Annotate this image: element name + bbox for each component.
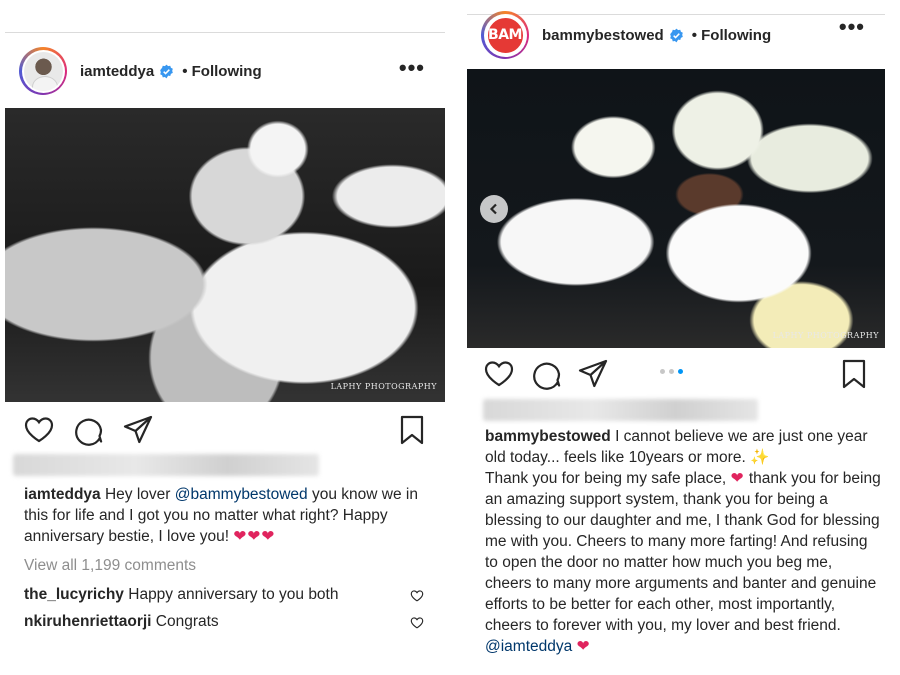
carousel-indicator bbox=[660, 369, 683, 374]
comment-like-icon[interactable] bbox=[410, 589, 424, 603]
bookmark-icon[interactable] bbox=[838, 358, 870, 390]
avatar[interactable]: BAM bbox=[481, 11, 529, 59]
post-photo[interactable]: LAPHY PHOTOGRAPHY bbox=[5, 108, 445, 402]
red-heart-emoji: ❤ bbox=[576, 638, 591, 655]
view-all-comments-link[interactable]: View all 1,199 comments bbox=[24, 557, 196, 575]
carousel-dot-active bbox=[678, 369, 683, 374]
follow-label: Following bbox=[701, 26, 772, 44]
photo-watermark: LAPHY PHOTOGRAPHY bbox=[772, 331, 879, 340]
blurred-likes-row bbox=[13, 454, 319, 476]
caption-text-3: thank you for being an amazing support s… bbox=[485, 470, 881, 634]
comment-text: Happy anniversary to you both bbox=[128, 586, 339, 603]
caption-username[interactable]: bammybestowed bbox=[485, 428, 611, 445]
red-heart-emoji: ❤ bbox=[730, 470, 745, 487]
chevron-left-icon bbox=[489, 203, 497, 215]
share-send-icon[interactable] bbox=[577, 358, 609, 390]
post-header: iamteddya • Following ••• bbox=[5, 45, 445, 97]
comment-row: nkiruhenriettaorji Congrats bbox=[24, 613, 434, 631]
comment-like-icon[interactable] bbox=[410, 616, 424, 630]
avatar-photo bbox=[23, 51, 63, 91]
caption-username[interactable]: iamteddya bbox=[24, 486, 101, 503]
carousel-prev-button[interactable] bbox=[480, 195, 508, 223]
blurred-likes-row bbox=[483, 399, 758, 421]
post-username[interactable]: iamteddya bbox=[80, 63, 154, 80]
caption-mention[interactable]: @bammybestowed bbox=[175, 486, 308, 503]
comment-icon[interactable] bbox=[530, 358, 562, 390]
follow-label: Following bbox=[191, 62, 262, 80]
follow-status[interactable]: • Following bbox=[182, 63, 261, 80]
post-username[interactable]: bammybestowed bbox=[542, 27, 664, 44]
post-actions bbox=[5, 412, 445, 448]
caption-text: Hey lover bbox=[100, 486, 175, 503]
caption-text-2: Thank you for being my safe place, bbox=[485, 470, 731, 487]
post-header: BAM bammybestowed • Following ••• bbox=[467, 11, 885, 59]
post-photo[interactable]: LAPHY PHOTOGRAPHY bbox=[467, 69, 885, 348]
carousel-dot bbox=[660, 369, 665, 374]
share-send-icon[interactable] bbox=[122, 414, 154, 446]
comment-username[interactable]: the_lucyrichy bbox=[24, 586, 124, 603]
photo-watermark: LAPHY PHOTOGRAPHY bbox=[330, 382, 437, 391]
more-options-icon[interactable]: ••• bbox=[839, 16, 865, 38]
verified-badge-icon bbox=[669, 28, 683, 42]
bam-logo: BAM bbox=[485, 15, 525, 55]
post-caption: iamteddya Hey lover @bammybestowed you k… bbox=[24, 484, 434, 547]
sparkles-emoji: ✨ bbox=[750, 449, 770, 466]
comment-text: Congrats bbox=[155, 613, 219, 630]
comment-username[interactable]: nkiruhenriettaorji bbox=[24, 613, 151, 630]
comment-icon[interactable] bbox=[72, 414, 104, 446]
red-hearts-emoji: ❤❤❤ bbox=[233, 528, 276, 545]
more-options-icon[interactable]: ••• bbox=[399, 57, 425, 79]
verified-badge-icon bbox=[160, 64, 174, 78]
avatar[interactable] bbox=[19, 47, 67, 95]
post-iamteddya: iamteddya • Following ••• LAPHY PHOTOGRA… bbox=[5, 32, 445, 672]
post-bammybestowed: BAM bammybestowed • Following ••• LAPHY … bbox=[467, 11, 885, 672]
carousel-dot bbox=[669, 369, 674, 374]
post-caption: bammybestowed I cannot believe we are ju… bbox=[485, 426, 881, 657]
post-actions bbox=[467, 356, 885, 392]
like-heart-icon[interactable] bbox=[23, 414, 55, 446]
follow-status[interactable]: • Following bbox=[692, 27, 771, 44]
like-heart-icon[interactable] bbox=[483, 358, 515, 390]
comment-row: the_lucyrichy Happy anniversary to you b… bbox=[24, 586, 434, 604]
bookmark-icon[interactable] bbox=[396, 414, 428, 446]
caption-mention[interactable]: @iamteddya bbox=[485, 638, 572, 655]
